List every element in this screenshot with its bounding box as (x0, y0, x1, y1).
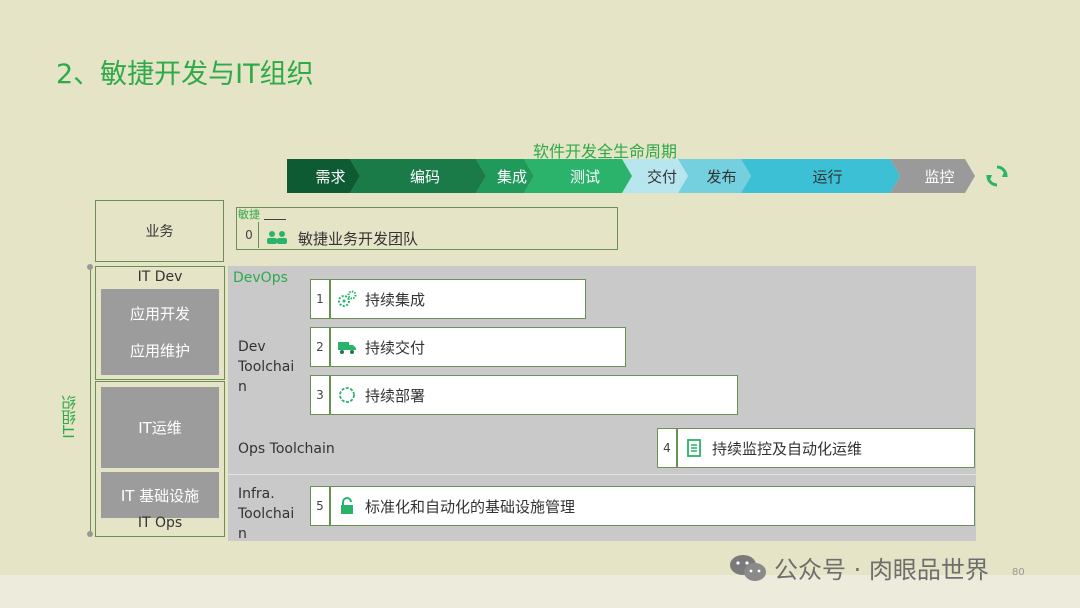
stage-4: 测试 (524, 159, 632, 193)
bracket-dot (87, 264, 93, 270)
dev-toolchain-label: Dev Toolchai n (238, 339, 295, 395)
it-infra-block: IT 基础设施 (101, 472, 219, 518)
stage-label: 发布 (706, 167, 737, 186)
infra-toolchain-label: Infra. Toolchai n (238, 486, 295, 542)
stage-8: 监控 (890, 159, 975, 193)
it-org-label: IT组织 (60, 395, 78, 439)
watermark: 公众号 · 肉眼品世界 (728, 550, 989, 585)
app-maint-label: 应用维护 (129, 342, 190, 360)
checklist-icon (687, 439, 701, 457)
agile-tag: 敏捷 (238, 208, 260, 221)
truck-icon (338, 342, 356, 354)
team-icon (267, 231, 287, 244)
infra-separator (228, 474, 976, 475)
refresh-icon (986, 165, 1008, 187)
bracket-dot (87, 531, 93, 537)
agile-team-box (236, 207, 618, 250)
item-num: 4 (657, 428, 677, 468)
watermark-text: 公众号 · 肉眼品世界 (774, 556, 989, 584)
stage-label: 需求 (315, 167, 346, 186)
wechat-icon (730, 554, 766, 581)
item-label: 持续交付 (365, 338, 426, 357)
stage-label: 集成 (496, 167, 527, 186)
agile-tag-underline (264, 219, 286, 220)
ops-toolchain-label: Ops Toolchain (238, 441, 335, 457)
page-number: 80 (1012, 567, 1025, 578)
agile-team-label: 敏捷业务开发团队 (298, 230, 419, 248)
business-label: 业务 (95, 200, 224, 262)
agile-divider (258, 222, 259, 248)
stage-1: 需求 (287, 159, 360, 193)
item-num: 3 (310, 375, 330, 415)
stage-7: 运行 (741, 159, 900, 193)
app-dev-label: 应用开发 (129, 305, 190, 323)
item-continuous-monitoring: 持续监控及自动化运维 (677, 428, 975, 468)
it-ops-label: IT Ops (137, 515, 183, 531)
item-continuous-deployment: 持续部署 (330, 375, 738, 415)
it-dev-label: IT Dev (137, 269, 183, 285)
item-num: 2 (310, 327, 330, 367)
item-continuous-delivery: 持续交付 (330, 327, 626, 367)
item-infrastructure-management: 标准化和自动化的基础设施管理 (330, 486, 975, 526)
gears-icon (338, 290, 357, 307)
stage-2: 编码 (350, 159, 486, 193)
lock-icon (341, 497, 353, 514)
page-title: 2、敏捷开发与IT组织 (56, 59, 314, 90)
item-label: 持续部署 (365, 386, 426, 405)
item-num: 1 (310, 279, 330, 319)
stage-label: 交付 (646, 167, 677, 186)
stage-label: 监控 (924, 167, 955, 186)
stage-label: 编码 (409, 167, 440, 186)
item-label: 标准化和自动化的基础设施管理 (365, 497, 576, 516)
devops-label: DevOps (233, 270, 288, 286)
item-num: 5 (310, 486, 330, 526)
stage-label: 测试 (569, 167, 600, 186)
app-dev-block: 应用开发 应用维护 (101, 289, 219, 375)
circle-dashed-icon (339, 387, 355, 403)
item-label: 持续集成 (365, 290, 426, 309)
agile-num: 0 (245, 228, 253, 242)
item-label: 持续监控及自动化运维 (712, 439, 863, 458)
it-ops-block: IT运维 (101, 387, 219, 468)
lifecycle-title: 软件开发全生命周期 (532, 142, 677, 161)
stage-label: 运行 (812, 167, 843, 186)
item-continuous-integration: 持续集成 (330, 279, 586, 319)
stage-6: 发布 (678, 159, 751, 193)
